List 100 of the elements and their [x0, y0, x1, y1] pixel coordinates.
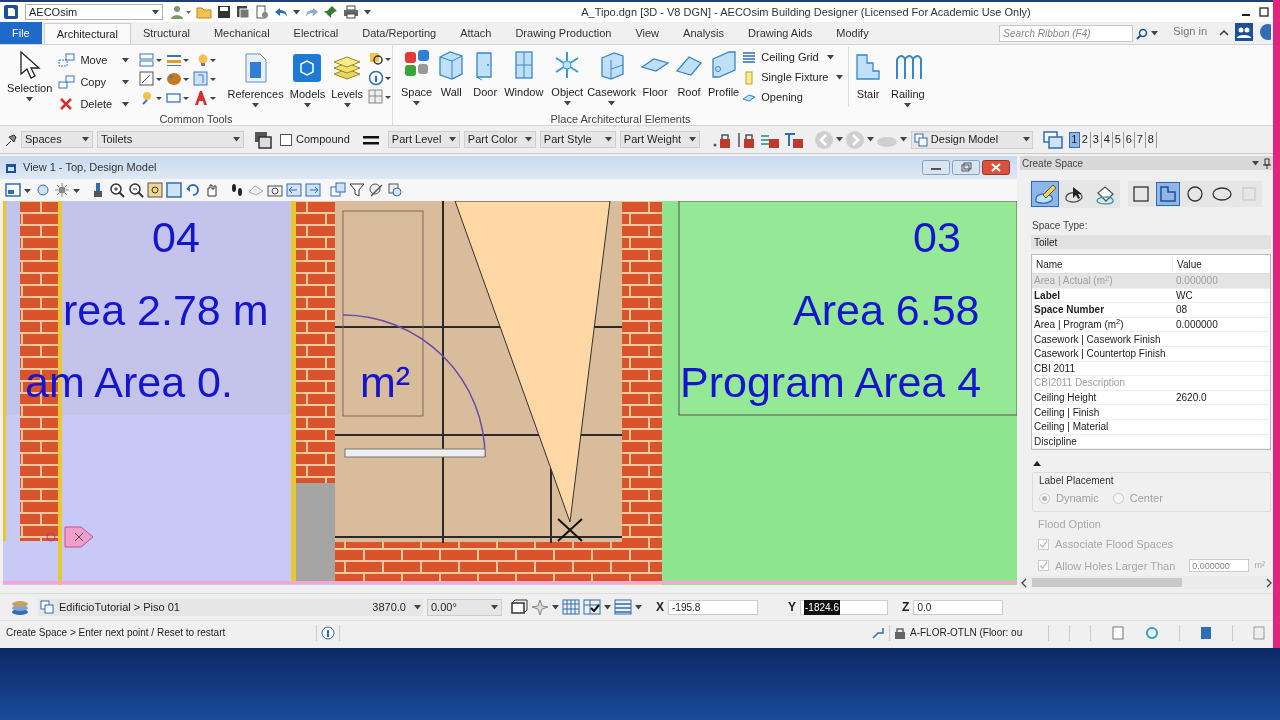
caret-icon[interactable] [635, 604, 642, 610]
window-area-icon[interactable] [147, 182, 163, 198]
zoom-out-icon[interactable] [128, 182, 144, 198]
grid-check-icon[interactable] [583, 599, 601, 615]
circle-icon[interactable] [1185, 184, 1205, 204]
ceiling-grid-button[interactable]: Ceiling Grid [742, 48, 844, 67]
column-header[interactable]: Value [1172, 256, 1202, 272]
casework-button[interactable]: Casework [585, 48, 639, 106]
column-header[interactable]: Name [1032, 256, 1172, 272]
ribbon-tab[interactable]: Drawing Aids [736, 23, 825, 44]
scroll-right-icon[interactable] [1265, 577, 1273, 588]
scrollbar-thumb[interactable] [1032, 578, 1182, 587]
caret-icon[interactable] [899, 137, 907, 142]
footprints-icon[interactable] [229, 182, 245, 198]
caret-icon[interactable] [252, 102, 260, 108]
ribbon-tab[interactable]: View [623, 23, 672, 44]
pin-tool-icon[interactable] [3, 131, 17, 148]
property-value[interactable]: 2620.0 [1172, 390, 1207, 406]
lock-weight-icon[interactable] [783, 130, 804, 149]
attribute-dropdown[interactable]: Part Weight [619, 131, 700, 148]
caret-icon[interactable] [82, 137, 89, 142]
caret-icon[interactable] [836, 75, 844, 80]
resize-icon[interactable] [139, 71, 164, 87]
ribbon-tab[interactable]: Attach [448, 23, 504, 44]
view-number-button[interactable]: 1 [1068, 131, 1080, 148]
caret-icon[interactable] [1252, 160, 1259, 166]
view-number-button[interactable]: 2 [1079, 131, 1091, 148]
caret-icon[interactable] [413, 100, 421, 106]
object-button[interactable]: Object [549, 48, 586, 106]
sign-in-link[interactable]: Sign in [1173, 22, 1207, 39]
space-type-field[interactable]: Toilet [1031, 235, 1271, 249]
profile-button[interactable]: Profile [706, 48, 742, 106]
opening-button[interactable]: Opening [742, 88, 844, 107]
catalog-item-dropdown[interactable]: Toilets [97, 131, 244, 148]
door-button[interactable]: Door [468, 48, 503, 106]
property-value[interactable]: 08 [1172, 302, 1188, 318]
railing-button[interactable]: Railing [887, 50, 929, 108]
view-attributes-icon[interactable] [5, 182, 21, 198]
stair-button[interactable]: Stair [849, 50, 887, 103]
caret-icon[interactable] [26, 96, 34, 102]
property-value[interactable]: 0.000000 [1172, 317, 1218, 333]
ellipse-icon[interactable] [1212, 184, 1232, 204]
search-ribbon-field[interactable]: Search Ribbon (F4) [999, 25, 1134, 42]
clip-mask-icon[interactable] [387, 182, 403, 198]
copy-view-icon[interactable] [330, 182, 346, 198]
property-value[interactable]: WC [1172, 287, 1193, 303]
floor-button[interactable]: Floor [638, 48, 673, 106]
lock-icon[interactable] [894, 625, 906, 640]
save-all-icon[interactable] [236, 5, 250, 19]
rotate-view-icon[interactable] [185, 182, 201, 198]
collapse-icon[interactable] [1033, 460, 1041, 467]
caret-icon[interactable] [552, 604, 559, 610]
lock-color-icon[interactable] [735, 130, 756, 149]
caret-icon[interactable] [448, 137, 456, 142]
stacked-layers-icon[interactable] [10, 598, 30, 616]
window-button[interactable]: Window [502, 48, 546, 106]
sync-icon[interactable] [1145, 625, 1159, 640]
polygon-icon[interactable] [1158, 184, 1178, 204]
view-number-button[interactable]: 5 [1112, 131, 1124, 148]
folder-icon[interactable] [196, 5, 212, 19]
caret-icon[interactable] [835, 137, 843, 142]
text-box-icon[interactable] [192, 71, 217, 87]
z-coordinate-field[interactable]: 0.0 [913, 599, 1004, 615]
move-button[interactable]: Move [58, 51, 130, 70]
ribbon-tab[interactable]: Data/Reporting [350, 23, 449, 44]
angle-dropdown[interactable]: 0.00° [427, 598, 502, 616]
snap-icon[interactable] [871, 625, 885, 640]
ribbon-tab[interactable]: Structural [130, 23, 202, 44]
view-windows-icon[interactable] [1042, 130, 1063, 149]
caret-icon[interactable] [122, 58, 130, 63]
square-icon[interactable] [1131, 184, 1151, 204]
attribute-dropdown[interactable]: Part Style [539, 131, 616, 148]
clip-volume-icon[interactable] [368, 182, 384, 198]
space-button[interactable]: Space [399, 48, 435, 106]
search-icon[interactable] [1136, 27, 1149, 40]
view-number-button[interactable]: 4 [1101, 131, 1113, 148]
model-path-dropdown[interactable]: EdificioTutorial > Piso 01 3870.0 [38, 598, 423, 616]
model-dropdown[interactable]: Design Model [910, 130, 1033, 149]
close-icon[interactable] [982, 160, 1010, 175]
checkbox-label[interactable]: Compound [296, 131, 350, 148]
filter-icon[interactable] [349, 182, 365, 198]
caret-icon[interactable] [904, 102, 912, 108]
person-icon[interactable] [169, 4, 191, 20]
pushpin-icon[interactable] [324, 5, 338, 19]
delete-button[interactable]: Delete [58, 95, 130, 114]
attribute-dropdown[interactable]: Part Level [387, 131, 460, 148]
caret-icon[interactable] [414, 604, 421, 610]
undo-icon[interactable] [274, 6, 288, 18]
pin-icon[interactable] [1263, 157, 1271, 169]
previous-view-icon[interactable] [286, 182, 302, 198]
caret-icon[interactable] [122, 102, 130, 107]
caret-icon[interactable] [604, 604, 611, 610]
next-view-icon[interactable] [305, 182, 321, 198]
checkbox[interactable] [280, 133, 292, 146]
view-number-button[interactable]: 7 [1134, 131, 1146, 148]
rectangle-icon[interactable] [166, 90, 191, 106]
ribbon-tab[interactable]: Analysis [671, 23, 737, 44]
caret-icon[interactable] [152, 9, 159, 15]
collapse-ribbon-icon[interactable] [1219, 28, 1229, 36]
view-number-button[interactable]: 8 [1145, 131, 1157, 148]
